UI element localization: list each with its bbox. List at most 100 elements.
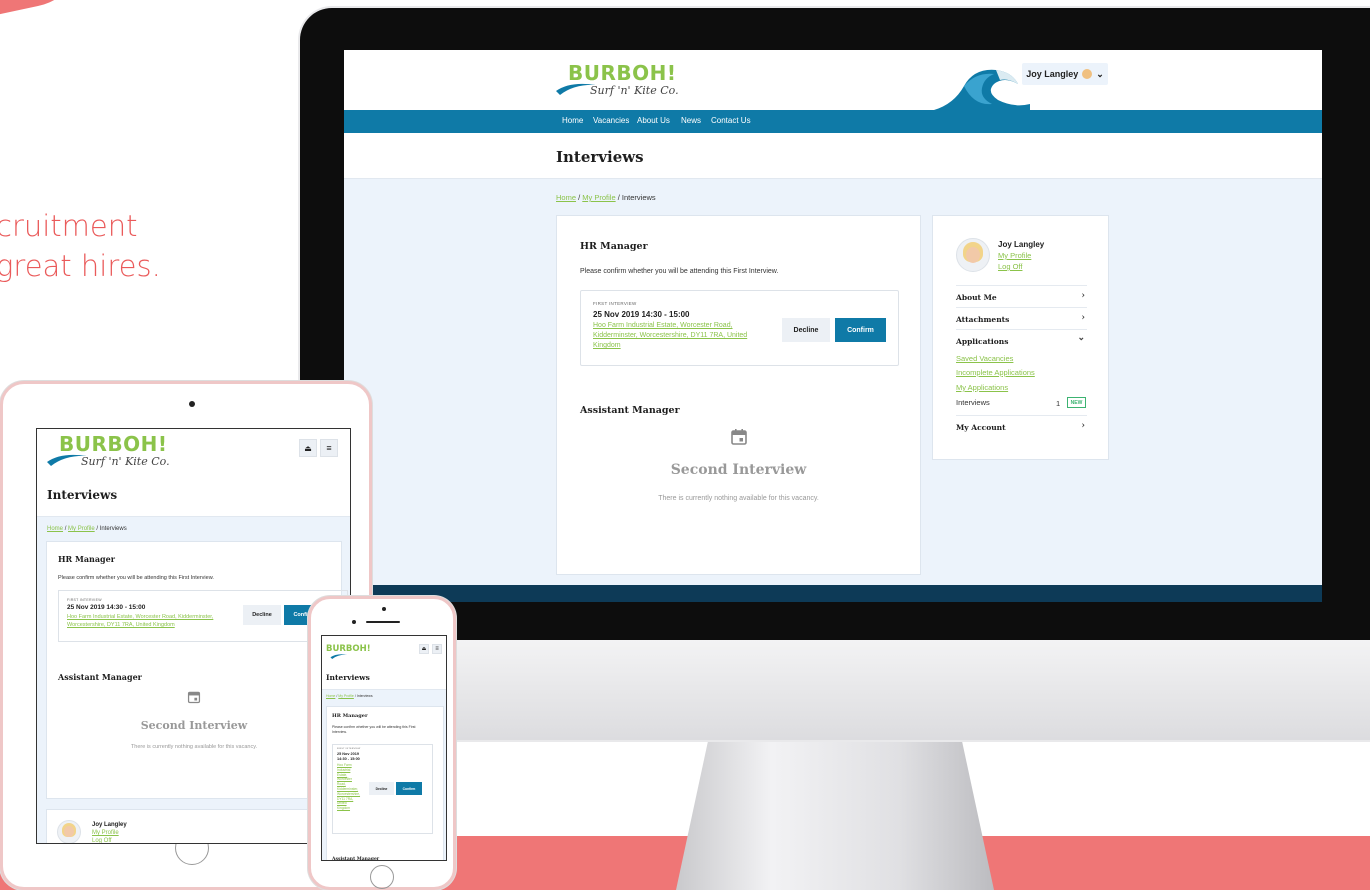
- header-actions: ⏏ ≡: [419, 644, 442, 654]
- sidebar-link-incomplete-applications[interactable]: Incomplete Applications: [956, 368, 1035, 377]
- user-menu-button[interactable]: Joy Langley ⌄: [1022, 63, 1108, 85]
- page-header: Interviews: [37, 477, 350, 517]
- breadcrumb: Home / My Profile / Interviews: [556, 193, 656, 202]
- interview-address-link[interactable]: Hoo Farm Industrial Estate, Worcester Ro…: [67, 613, 237, 629]
- sidebar-item-label: Applications: [956, 337, 1009, 346]
- sidebar-item-label: My Account: [956, 423, 1006, 432]
- interviews-card: HR Manager Please confirm whether you wi…: [326, 706, 444, 861]
- sidebar-item-about-me[interactable]: About Me ›: [956, 285, 1087, 307]
- job-title-assistant-manager: Assistant Manager: [332, 857, 380, 861]
- breadcrumb-separator: /: [64, 526, 67, 532]
- sensor-icon: [352, 620, 356, 624]
- profile-sidebar: Joy Langley My Profile Log Off About Me ›…: [932, 215, 1109, 460]
- interview-date: 25 Nov 2019 14:30 - 15:00: [67, 604, 146, 611]
- sidebar-item-interviews[interactable]: Interviews: [956, 398, 990, 407]
- breadcrumb-home[interactable]: Home: [556, 193, 576, 202]
- calendar-icon: [731, 429, 747, 445]
- breadcrumb-separator: /: [578, 193, 581, 202]
- tagline-line-1: cruitment: [0, 209, 138, 243]
- address-line: Worcestershire,: [337, 791, 361, 796]
- breadcrumb-separator: /: [354, 694, 356, 698]
- interview-date: 25 Nov 2019 14:30 - 15:00: [593, 310, 690, 319]
- header-actions: ⏏ ≡: [299, 439, 338, 457]
- burboh-logo[interactable]: BURBOH! Surf 'n' Kite Co.: [556, 61, 706, 103]
- user-icon[interactable]: ⏏: [419, 644, 429, 654]
- prompt-line: Interview.: [332, 730, 347, 734]
- interviews-count: 1: [1056, 399, 1061, 408]
- tablet-screen: BURBOH! Surf 'n' Kite Co. ⏏ ≡ Interviews…: [36, 428, 351, 844]
- sidebar-item-my-account[interactable]: My Account ›: [956, 415, 1087, 437]
- avatar: [956, 238, 990, 272]
- logo-subtitle: Surf 'n' Kite Co.: [81, 455, 170, 468]
- interview-address-link[interactable]: Hoo Farm Industrial Estate, Worcester Ro…: [593, 321, 773, 351]
- breadcrumb-separator: /: [96, 526, 99, 532]
- confirm-prompt: Please confirm whether you will be atten…: [58, 575, 214, 581]
- profile-sidebar: Joy Langley My Profile Log Off: [46, 809, 342, 843]
- empty-state-title: Second Interview: [670, 462, 807, 478]
- interviews-card: HR Manager Please confirm whether you wi…: [46, 541, 348, 799]
- speaker-icon: [366, 621, 400, 623]
- job-title-hr-manager: HR Manager: [58, 554, 115, 564]
- sidebar-link-log-off[interactable]: Log Off: [998, 262, 1022, 271]
- job-title-hr-manager: HR Manager: [580, 241, 648, 252]
- nav-item-about-us[interactable]: About Us: [637, 116, 670, 125]
- chevron-down-icon: ⌄: [1096, 68, 1104, 79]
- chevron-right-icon: ›: [1081, 291, 1085, 301]
- menu-icon[interactable]: ≡: [432, 644, 442, 654]
- nav-item-home[interactable]: Home: [562, 116, 583, 125]
- burboh-logo[interactable]: BURBOH! Surf 'n' Kite Co.: [47, 432, 197, 474]
- empty-state-text: There is currently nothing available for…: [658, 495, 819, 502]
- sidebar-link-log-off[interactable]: Log Off: [92, 838, 112, 843]
- breadcrumb-my-profile[interactable]: My Profile: [582, 193, 615, 202]
- site-header: BURBOH! Surf 'n' Kite Co. Joy Langley ⌄: [344, 50, 1322, 110]
- interview-address-link[interactable]: Hoo Farm Industrial Estate, Worcester Ro…: [337, 763, 360, 811]
- user-name: Joy Langley: [1026, 69, 1079, 79]
- interview-slot: FIRST INTERVIEW 25 Nov 2019 14:30 - 15:0…: [332, 744, 433, 834]
- empty-state-title: Second Interview: [140, 719, 248, 732]
- calendar-icon: [187, 691, 201, 704]
- camera-icon: [382, 607, 386, 611]
- decline-button[interactable]: Decline: [243, 605, 281, 625]
- camera-icon: [189, 401, 195, 407]
- confirm-button[interactable]: Confirm: [396, 782, 422, 795]
- decline-button[interactable]: Decline: [369, 782, 394, 795]
- interviews-card: HR Manager Please confirm whether you wi…: [556, 215, 921, 575]
- imac-stand: [676, 742, 994, 890]
- sidebar-user-name: Joy Langley: [998, 240, 1045, 249]
- new-badge: NEW: [1067, 397, 1086, 408]
- user-icon[interactable]: ⏏: [299, 439, 317, 457]
- confirm-button[interactable]: Confirm: [835, 318, 886, 342]
- chevron-right-icon: ›: [1081, 313, 1085, 323]
- empty-state-text: There is currently nothing available for…: [130, 744, 258, 750]
- breadcrumb-home[interactable]: Home: [326, 694, 335, 698]
- wave-icon: [934, 69, 1030, 110]
- sidebar-link-my-profile[interactable]: My Profile: [92, 830, 119, 836]
- main-nav: Home Vacancies About Us News Contact Us: [344, 110, 1322, 133]
- home-button: [370, 865, 394, 889]
- logo-swoosh-icon: [330, 654, 348, 659]
- logo-subtitle: Surf 'n' Kite Co.: [590, 84, 679, 97]
- sidebar-link-saved-vacancies[interactable]: Saved Vacancies: [956, 354, 1013, 363]
- chevron-right-icon: ›: [1081, 421, 1085, 431]
- breadcrumb-my-profile[interactable]: My Profile: [68, 526, 95, 532]
- interview-date: 25 Nov 2019 14:30 - 15:00: [337, 752, 360, 762]
- decline-button[interactable]: Decline: [782, 318, 830, 342]
- nav-item-vacancies[interactable]: Vacancies: [593, 116, 629, 125]
- sidebar-item-applications[interactable]: Applications ⌄: [956, 329, 1087, 351]
- interview-type-label: FIRST INTERVIEW: [337, 748, 361, 750]
- page-header: Interviews: [322, 668, 446, 690]
- nav-item-contact-us[interactable]: Contact Us: [711, 116, 751, 125]
- breadcrumb-my-profile[interactable]: My Profile: [338, 694, 354, 698]
- iphone-frame: BURBOH! ⏏ ≡ Interviews Home / My Profile…: [308, 596, 456, 890]
- sidebar-link-my-applications[interactable]: My Applications: [956, 383, 1008, 392]
- site-header: BURBOH! Surf 'n' Kite Co. ⏏ ≡: [37, 429, 350, 477]
- marketing-tagline: cruitment great hires.: [0, 206, 161, 286]
- nav-item-news[interactable]: News: [681, 116, 701, 125]
- breadcrumb-current: Interviews: [621, 193, 656, 202]
- sidebar-link-my-profile[interactable]: My Profile: [998, 251, 1031, 260]
- page-title: Interviews: [47, 488, 118, 502]
- sidebar-item-attachments[interactable]: Attachments ›: [956, 307, 1087, 329]
- breadcrumb-home[interactable]: Home: [47, 526, 63, 532]
- menu-icon[interactable]: ≡: [320, 439, 338, 457]
- desktop-screen: BURBOH! Surf 'n' Kite Co. Joy Langley ⌄ …: [344, 50, 1322, 602]
